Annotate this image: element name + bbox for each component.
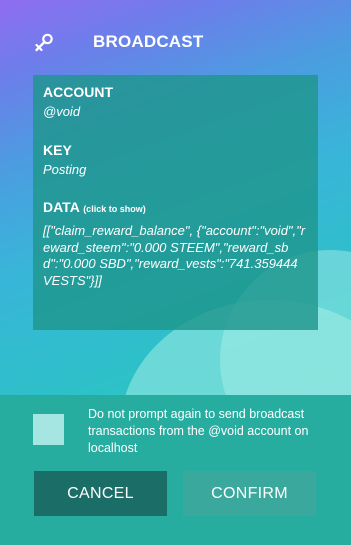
data-show-toggle[interactable]: (click to show) bbox=[83, 204, 146, 214]
data-value: [["claim_reward_balance", {"account":"vo… bbox=[43, 223, 306, 288]
transaction-details: ACCOUNT @void KEY Posting DATA (click to… bbox=[33, 75, 318, 330]
broadcast-window: BROADCAST ACCOUNT @void KEY Posting DATA… bbox=[0, 0, 351, 545]
no-prompt-checkbox[interactable] bbox=[33, 414, 64, 445]
data-label: DATA bbox=[43, 199, 80, 215]
key-label: KEY bbox=[43, 142, 72, 158]
page-title: BROADCAST bbox=[93, 32, 204, 51]
key-icon bbox=[33, 31, 55, 53]
no-prompt-option[interactable]: Do not prompt again to send broadcast tr… bbox=[33, 406, 323, 456]
header: BROADCAST bbox=[0, 28, 351, 58]
key-value: Posting bbox=[43, 162, 87, 177]
account-label: ACCOUNT bbox=[43, 84, 113, 100]
data-label-row[interactable]: DATA (click to show) bbox=[43, 198, 308, 218]
cancel-button[interactable]: CANCEL bbox=[34, 471, 167, 516]
confirm-button[interactable]: CONFIRM bbox=[183, 471, 316, 516]
account-value: @void bbox=[43, 104, 81, 119]
no-prompt-label: Do not prompt again to send broadcast tr… bbox=[88, 407, 309, 455]
